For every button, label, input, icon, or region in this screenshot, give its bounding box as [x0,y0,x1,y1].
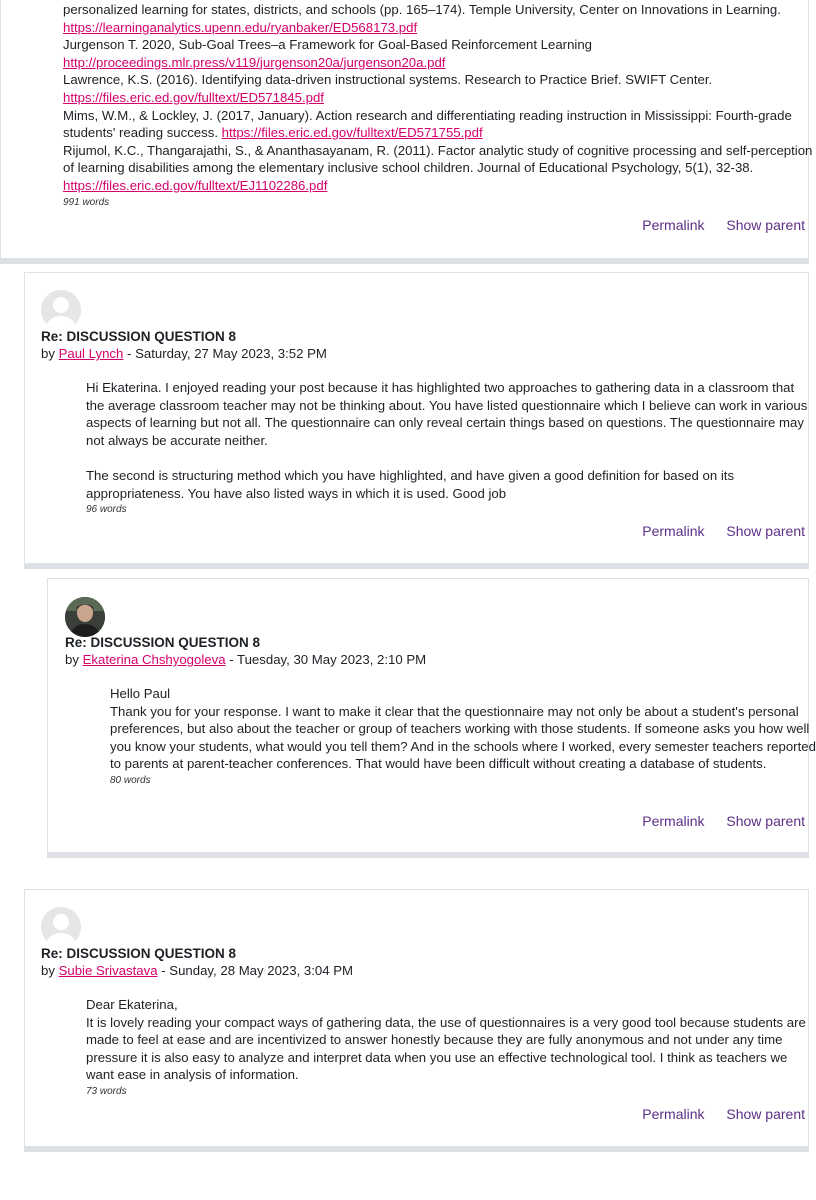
user-photo-icon [65,597,105,637]
reference-item: Mims, W.M., & Lockley, J. (2017, January… [63,107,792,141]
author-link[interactable]: Subie Srivastava [59,963,158,978]
post-subject: Re: DISCUSSION QUESTION 8 [41,329,237,344]
post-subject: Re: DISCUSSION QUESTION 8 [41,946,237,961]
reference-link[interactable]: https://files.eric.ed.gov/fulltext/EJ110… [63,178,327,193]
reference-link[interactable]: http://proceedings.mlr.press/v119/jurgen… [63,55,445,70]
reference-item: Lawrence, K.S. (2016). Identifying data-… [63,72,713,105]
forum-post-references: personalized learning for states, distri… [0,0,812,264]
show-parent-link[interactable]: Show parent [726,523,805,539]
author-link[interactable]: Paul Lynch [59,346,124,361]
permalink-link[interactable]: Permalink [642,523,704,539]
post-content: Dear Ekaterina, It is lovely reading you… [86,996,814,1098]
reference-link[interactable]: https://files.eric.ed.gov/fulltext/ED571… [222,125,483,140]
post-date: - Saturday, 27 May 2023, 3:52 PM [123,346,327,361]
avatar[interactable] [41,290,81,330]
post-byline: by Paul Lynch - Saturday, 27 May 2023, 3… [41,346,327,361]
post-byline: by Subie Srivastava - Sunday, 28 May 202… [41,963,354,978]
author-link[interactable]: Ekaterina Chshyogoleva [83,652,226,667]
reference-item: personalized learning for states, distri… [63,2,781,35]
post-paragraph: Dear Ekaterina, [86,997,178,1012]
permalink-link[interactable]: Permalink [642,813,704,829]
show-parent-link[interactable]: Show parent [726,217,805,233]
permalink-link[interactable]: Permalink [642,1106,704,1122]
post-actions: Permalink Show parent [624,523,805,539]
references-list: personalized learning for states, distri… [63,1,815,209]
show-parent-link[interactable]: Show parent [726,1106,805,1122]
word-count: 80 words [110,774,151,786]
avatar[interactable] [65,597,105,637]
post-paragraph: It is lovely reading your compact ways o… [86,1014,806,1083]
post-paragraph: Hello Paul [110,686,171,701]
post-paragraph: The second is structuring method which y… [86,467,735,501]
reference-link[interactable]: https://files.eric.ed.gov/fulltext/ED571… [63,90,324,105]
post-byline: by Ekaterina Chshyogoleva - Tuesday, 30 … [65,652,427,667]
word-count: 96 words [86,504,127,516]
post-actions: Permalink Show parent [624,813,805,829]
post-content: Hi Ekaterina. I enjoyed reading your pos… [86,379,814,516]
forum-post: Re: DISCUSSION QUESTION 8 by Ekaterina C… [47,578,816,858]
permalink-link[interactable]: Permalink [642,217,704,233]
default-user-icon [41,290,81,330]
avatar[interactable] [41,907,81,947]
post-actions: Permalink Show parent [624,217,805,233]
default-user-icon [41,907,81,947]
reference-item: Rijumol, K.C., Thangarajathi, S., & Anan… [63,142,813,193]
post-paragraph: Thank you for your response. I want to m… [110,703,816,772]
show-parent-link[interactable]: Show parent [726,813,805,829]
reference-item: Jurgenson T. 2020, Sub-Goal Trees–a Fram… [63,37,592,70]
post-date: - Sunday, 28 May 2023, 3:04 PM [157,963,354,978]
post-subject: Re: DISCUSSION QUESTION 8 [65,635,261,650]
word-count: 991 words [63,196,110,208]
post-date: - Tuesday, 30 May 2023, 2:10 PM [225,652,427,667]
reference-link[interactable]: https://learninganalytics.upenn.edu/ryan… [63,20,417,35]
forum-post: Re: DISCUSSION QUESTION 8 by Paul Lynch … [24,272,809,569]
post-actions: Permalink Show parent [624,1106,805,1122]
post-paragraph: Hi Ekaterina. I enjoyed reading your pos… [86,380,808,448]
forum-post: Re: DISCUSSION QUESTION 8 by Subie Sriva… [24,889,809,1152]
post-content: Hello Paul Thank you for your response. … [110,685,816,787]
word-count: 73 words [86,1085,127,1097]
